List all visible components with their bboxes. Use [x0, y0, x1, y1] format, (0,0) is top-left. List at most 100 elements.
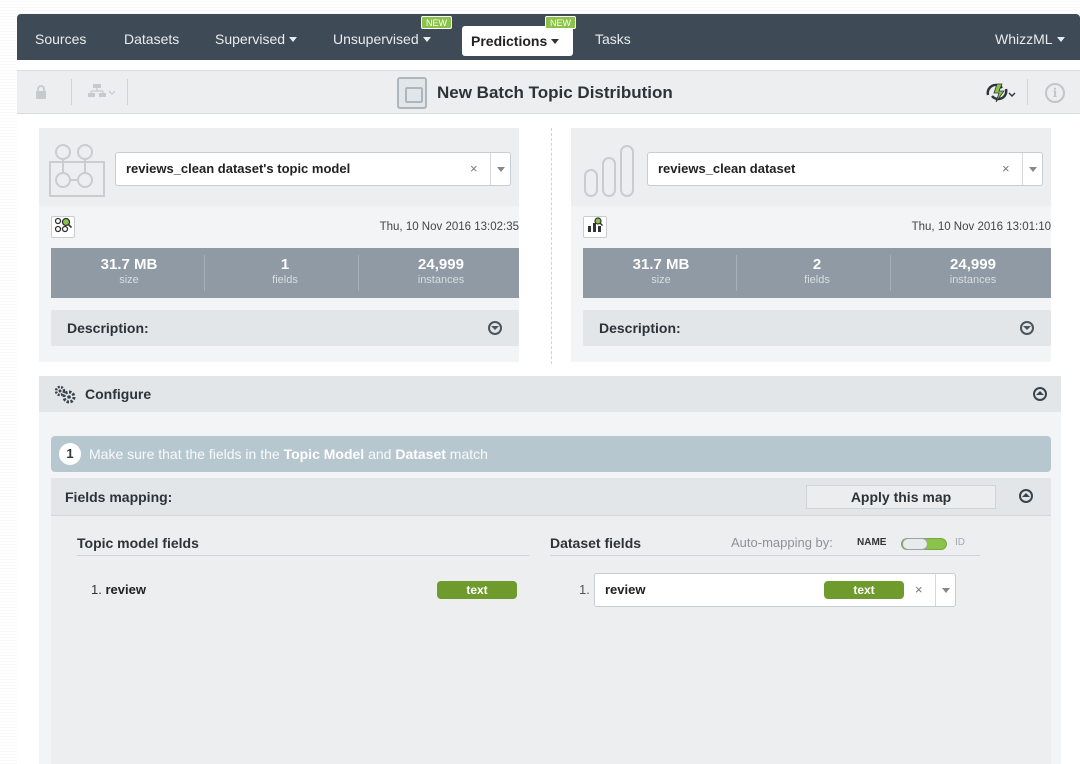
stat-instances-value: 24,999 [418, 256, 464, 273]
stat-instances-value: 24,999 [950, 256, 996, 273]
toolbar: New Batch Topic Distribution i [17, 70, 1080, 114]
dataset-select[interactable]: reviews_clean dataset × [647, 152, 1043, 186]
fields-mapping-body: Topic model fields Dataset fields Auto-m… [51, 516, 1051, 764]
chevron-down-icon [1056, 37, 1065, 42]
new-badge: NEW [421, 16, 452, 29]
step-text-topic-model: Topic Model [283, 446, 365, 462]
chevron-down-icon[interactable] [1022, 153, 1042, 185]
stat-size-label: size [119, 274, 139, 286]
description-toggle[interactable]: Description: [583, 310, 1051, 346]
chevron-down-icon[interactable] [935, 574, 955, 606]
stat-instances-label: instances [417, 274, 465, 286]
topic-model-detail-icon[interactable] [51, 216, 75, 238]
field-type-badge: text [437, 581, 517, 599]
topic-model-select[interactable]: reviews_clean dataset's topic model × [115, 152, 511, 186]
nav-whizzml[interactable]: WhizzML [995, 14, 1065, 60]
tree-view-icon[interactable] [87, 83, 117, 102]
nav-tasks[interactable]: Tasks [595, 14, 631, 60]
stat-fields-label: fields [272, 274, 298, 286]
description-label: Description: [599, 320, 681, 336]
new-badge: NEW [545, 16, 576, 29]
auto-mapping-name-option[interactable]: NAME [857, 532, 886, 554]
lock-icon[interactable] [35, 85, 49, 99]
chevron-down-icon [289, 37, 298, 42]
toolbar-divider [71, 79, 72, 105]
stat-divider [736, 255, 737, 291]
field-number: 1. [579, 582, 590, 597]
stat-fields-value: 2 [812, 256, 822, 273]
expand-icon[interactable] [1020, 321, 1034, 335]
divider [77, 555, 529, 556]
nav-unsupervised[interactable]: Unsupervised [333, 14, 431, 60]
dataset-panel: reviews_clean dataset × Thu, 10 Nov 2016… [571, 128, 1051, 362]
stat-size: 31.7 MB size [583, 248, 739, 298]
field-type-badge: text [824, 581, 904, 599]
topic-model-field-row: 1. review [91, 580, 146, 600]
step-instruction: 1 Make sure that the fields in the Topic… [51, 436, 1051, 472]
clear-icon[interactable]: × [1002, 153, 1010, 185]
step-text-part: and [364, 446, 396, 462]
apply-map-button[interactable]: Apply this map [806, 485, 996, 509]
dataset-select-value: reviews_clean dataset [658, 161, 796, 176]
auto-mapping-id-option[interactable]: ID [955, 532, 965, 554]
created-timestamp: Thu, 10 Nov 2016 13:02:35 [379, 221, 519, 233]
clear-icon[interactable]: × [915, 574, 923, 606]
nav-predictions-label: Predictions [471, 33, 548, 49]
nav-supervised-label: Supervised [215, 31, 286, 47]
collapse-icon[interactable] [1033, 387, 1047, 401]
collapse-icon[interactable] [1019, 489, 1033, 503]
description-label: Description: [67, 320, 149, 336]
nav-datasets[interactable]: Datasets [124, 14, 179, 60]
stat-fields: 1 fields [207, 248, 363, 298]
dataset-panel-header: reviews_clean dataset × [571, 128, 1051, 206]
step-text-dataset: Dataset [395, 446, 446, 462]
stat-size-value: 31.7 MB [632, 256, 690, 273]
stat-size-label: size [651, 274, 671, 286]
created-timestamp: Thu, 10 Nov 2016 13:01:10 [911, 221, 1051, 233]
nav-sources-label: Sources [35, 31, 87, 47]
app-frame: Sources Datasets Supervised Unsupervised… [17, 14, 1080, 764]
step-number: 1 [59, 443, 81, 465]
auto-mapping-toggle[interactable] [901, 538, 947, 550]
description-toggle[interactable]: Description: [51, 310, 519, 346]
field-name: review [605, 582, 646, 597]
topic-model-icon [49, 142, 105, 198]
info-icon[interactable]: i [1045, 83, 1065, 103]
configure-header[interactable]: Configure [39, 376, 1061, 412]
auto-mapping-label: Auto-mapping by: [731, 535, 833, 550]
fields-mapping-header: Fields mapping: Apply this map [51, 478, 1051, 516]
nav-sources[interactable]: Sources [35, 14, 86, 60]
stat-size: 31.7 MB size [51, 248, 207, 298]
top-nav: Sources Datasets Supervised Unsupervised… [17, 14, 1080, 60]
stat-instances: 24,999 instances [363, 248, 519, 298]
dataset-field-select[interactable]: review text × [594, 573, 956, 607]
toggle-knob[interactable] [902, 538, 928, 550]
topic-model-select-value: reviews_clean dataset's topic model [126, 161, 351, 176]
expand-icon[interactable] [488, 321, 502, 335]
stat-fields-label: fields [804, 274, 830, 286]
nav-supervised[interactable]: Supervised [215, 14, 298, 60]
field-name: review [105, 582, 146, 597]
topic-model-stats: 31.7 MB size 1 fields 24,999 instances [51, 248, 519, 298]
step-text-part: Make sure that the fields in the [89, 446, 284, 462]
batch-topic-distribution-icon [397, 77, 427, 109]
step-text: Make sure that the fields in the Topic M… [89, 436, 488, 472]
nav-predictions[interactable]: Predictions [462, 26, 573, 56]
field-number: 1. [91, 582, 102, 597]
chevron-down-icon[interactable] [490, 153, 510, 185]
run-action-icon[interactable] [985, 81, 1017, 109]
panel-divider [551, 128, 552, 364]
fields-mapping-title: Fields mapping: [65, 489, 173, 505]
stat-instances-label: instances [949, 274, 997, 286]
stat-fields-value: 1 [280, 256, 290, 273]
toolbar-divider [1027, 79, 1028, 105]
topic-model-fields-header: Topic model fields [77, 535, 199, 551]
topic-model-panel: reviews_clean dataset's topic model × Th… [39, 128, 519, 362]
clear-icon[interactable]: × [470, 153, 478, 185]
configure-section: Configure 1 Make sure that the fields in… [39, 376, 1061, 764]
toolbar-divider [127, 79, 128, 105]
nav-datasets-label: Datasets [124, 31, 180, 47]
dataset-stats: 31.7 MB size 2 fields 24,999 instances [583, 248, 1051, 298]
dataset-detail-icon[interactable] [583, 216, 607, 238]
divider [550, 555, 980, 556]
